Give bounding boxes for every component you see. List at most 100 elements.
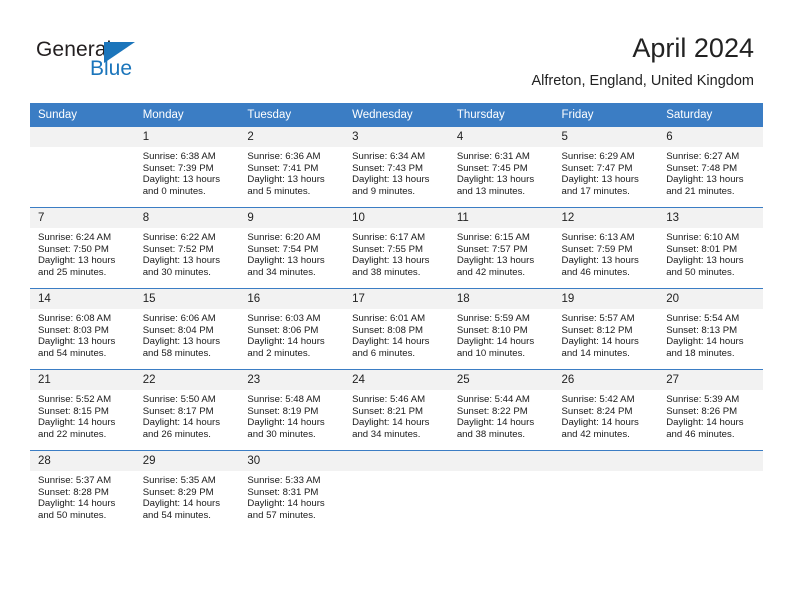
calendar-day-cell[interactable]: 3 Sunrise: 6:34 AM Sunset: 7:43 PM Daylight… xyxy=(344,126,449,208)
calendar-week-row: 1 Sunrise: 6:38 AM Sunset: 7:39 PM Daylight… xyxy=(30,126,763,208)
daylight-duration-line1: Daylight: 14 hours xyxy=(142,417,221,429)
sunrise-time: Sunrise: 6:22 AM xyxy=(142,232,216,243)
day-cell-inner: 22 Sunrise: 5:50 AM Sunset: 8:17 PM Dayligh… xyxy=(134,370,240,450)
day-number: 18 xyxy=(448,289,554,309)
day-cell-inner: 20 Sunrise: 5:54 AM Sunset: 8:13 PM Dayligh… xyxy=(658,289,763,369)
day-cell-inner: 25 Sunrise: 5:44 AM Sunset: 8:22 PM Dayligh… xyxy=(448,370,554,450)
day-number: 6 xyxy=(658,127,763,147)
daylight-duration-line2: and 26 minutes. xyxy=(142,428,211,440)
day-number: 1 xyxy=(134,127,240,147)
calendar-day-cell[interactable]: 20 Sunrise: 5:54 AM Sunset: 8:13 PM Dayligh… xyxy=(658,288,763,370)
sunrise-time: Sunrise: 5:39 AM xyxy=(666,394,740,405)
sunset-time: Sunset: 8:29 PM xyxy=(142,486,214,498)
day-cell-inner: 8 Sunrise: 6:22 AM Sunset: 7:52 PM Daylight… xyxy=(134,208,240,288)
calendar-day-cell[interactable]: 1 Sunrise: 6:38 AM Sunset: 7:39 PM Daylight… xyxy=(134,126,240,208)
daylight-duration-line1: Daylight: 14 hours xyxy=(456,417,535,429)
calendar-day-cell[interactable]: 10 Sunrise: 6:17 AM Sunset: 7:55 PM Dayligh… xyxy=(344,207,449,289)
day-details: Sunrise: 5:59 AM Sunset: 8:10 PM Daylight:… xyxy=(449,309,554,359)
daylight-duration-line2: and 25 minutes. xyxy=(38,266,107,278)
calendar-day-cell[interactable]: 23 Sunrise: 5:48 AM Sunset: 8:19 PM Dayligh… xyxy=(239,369,345,451)
sunset-time: Sunset: 7:55 PM xyxy=(352,243,424,255)
day-number xyxy=(448,451,554,471)
day-cell-inner: 26 Sunrise: 5:42 AM Sunset: 8:24 PM Dayligh… xyxy=(553,370,659,450)
sunset-time: Sunset: 8:01 PM xyxy=(666,243,738,255)
daylight-duration-line2: and 2 minutes. xyxy=(247,347,311,359)
calendar-day-cell[interactable]: 19 Sunrise: 5:57 AM Sunset: 8:12 PM Dayligh… xyxy=(553,288,659,370)
daylight-duration-line2: and 50 minutes. xyxy=(666,266,735,278)
calendar-day-cell[interactable]: 2 Sunrise: 6:36 AM Sunset: 7:41 PM Daylight… xyxy=(239,126,345,208)
calendar-day-cell[interactable]: 18 Sunrise: 5:59 AM Sunset: 8:10 PM Dayligh… xyxy=(448,288,554,370)
sunset-time: Sunset: 7:45 PM xyxy=(456,162,528,174)
calendar-day-cell[interactable]: 15 Sunrise: 6:06 AM Sunset: 8:04 PM Dayligh… xyxy=(134,288,240,370)
calendar-day-cell[interactable]: 4 Sunrise: 6:31 AM Sunset: 7:45 PM Daylight… xyxy=(448,126,554,208)
day-number: 4 xyxy=(448,127,554,147)
calendar-day-cell[interactable]: 6 Sunrise: 6:27 AM Sunset: 7:48 PM Daylight… xyxy=(658,126,763,208)
sunset-time: Sunset: 8:21 PM xyxy=(352,405,424,417)
calendar-week-row: 28 Sunrise: 5:37 AM Sunset: 8:28 PM Dayligh… xyxy=(30,450,763,531)
sunrise-time: Sunrise: 6:34 AM xyxy=(352,151,426,162)
calendar-day-cell[interactable]: 8 Sunrise: 6:22 AM Sunset: 7:52 PM Daylight… xyxy=(134,207,240,289)
daylight-duration-line1: Daylight: 13 hours xyxy=(142,336,221,348)
calendar-day-cell[interactable]: 30 Sunrise: 5:33 AM Sunset: 8:31 PM Dayligh… xyxy=(239,450,345,531)
day-cell-inner: 11 Sunrise: 6:15 AM Sunset: 7:57 PM Dayligh… xyxy=(448,208,554,288)
weekday-header-row: Sunday Monday Tuesday Wednesday Thursday… xyxy=(30,103,763,127)
weekday-header-saturday: Saturday xyxy=(658,103,763,127)
day-cell-inner: 18 Sunrise: 5:59 AM Sunset: 8:10 PM Dayligh… xyxy=(448,289,554,369)
calendar-day-cell[interactable]: 29 Sunrise: 5:35 AM Sunset: 8:29 PM Dayligh… xyxy=(134,450,240,531)
sunset-time: Sunset: 8:12 PM xyxy=(561,324,633,336)
day-details: Sunrise: 5:44 AM Sunset: 8:22 PM Daylight:… xyxy=(449,390,554,440)
daylight-duration-line2: and 6 minutes. xyxy=(352,347,416,359)
day-number: 12 xyxy=(553,208,659,228)
day-cell-inner: 16 Sunrise: 6:03 AM Sunset: 8:06 PM Dayligh… xyxy=(239,289,345,369)
daylight-duration-line2: and 54 minutes. xyxy=(38,347,107,359)
calendar-day-cell[interactable]: 14 Sunrise: 6:08 AM Sunset: 8:03 PM Dayligh… xyxy=(30,288,135,370)
daylight-duration-line2: and 30 minutes. xyxy=(142,266,211,278)
calendar-day-cell[interactable]: 28 Sunrise: 5:37 AM Sunset: 8:28 PM Dayligh… xyxy=(30,450,135,531)
calendar-day-cell[interactable]: 16 Sunrise: 6:03 AM Sunset: 8:06 PM Dayligh… xyxy=(239,288,345,370)
day-number xyxy=(553,451,659,471)
daylight-duration-line1: Daylight: 14 hours xyxy=(247,498,325,510)
day-number xyxy=(658,451,763,471)
calendar-day-cell[interactable]: 26 Sunrise: 5:42 AM Sunset: 8:24 PM Dayligh… xyxy=(553,369,659,451)
daylight-duration-line2: and 57 minutes. xyxy=(247,509,316,521)
daylight-duration-line1: Daylight: 13 hours xyxy=(247,255,325,267)
daylight-duration-line1: Daylight: 13 hours xyxy=(352,174,430,186)
day-details: Sunrise: 6:24 AM Sunset: 7:50 PM Daylight:… xyxy=(30,228,135,278)
calendar-day-cell[interactable]: 11 Sunrise: 6:15 AM Sunset: 7:57 PM Dayligh… xyxy=(448,207,554,289)
page-subtitle: Alfreton, England, United Kingdom xyxy=(531,73,754,89)
day-details: Sunrise: 6:22 AM Sunset: 7:52 PM Daylight:… xyxy=(135,228,240,278)
calendar-day-cell[interactable]: 27 Sunrise: 5:39 AM Sunset: 8:26 PM Dayligh… xyxy=(658,369,763,451)
sunrise-time: Sunrise: 6:06 AM xyxy=(142,313,216,324)
calendar-week-row: 21 Sunrise: 5:52 AM Sunset: 8:15 PM Dayligh… xyxy=(30,369,763,451)
calendar-day-cell[interactable]: 7 Sunrise: 6:24 AM Sunset: 7:50 PM Daylight… xyxy=(30,207,135,289)
day-number: 29 xyxy=(134,451,240,471)
calendar-day-cell[interactable]: 12 Sunrise: 6:13 AM Sunset: 7:59 PM Dayligh… xyxy=(553,207,659,289)
sunrise-time: Sunrise: 5:54 AM xyxy=(666,313,740,324)
page-header: General Blue April 2024 Alfreton, Englan… xyxy=(0,0,792,100)
day-details: Sunrise: 5:57 AM Sunset: 8:12 PM Daylight:… xyxy=(554,309,659,359)
daylight-duration-line1: Daylight: 14 hours xyxy=(247,417,325,429)
day-cell-inner: 3 Sunrise: 6:34 AM Sunset: 7:43 PM Daylight… xyxy=(344,127,449,207)
day-number: 20 xyxy=(658,289,763,309)
calendar-day-cell[interactable]: 25 Sunrise: 5:44 AM Sunset: 8:22 PM Dayligh… xyxy=(448,369,554,451)
calendar-week-row: 7 Sunrise: 6:24 AM Sunset: 7:50 PM Daylight… xyxy=(30,207,763,289)
sunset-time: Sunset: 7:50 PM xyxy=(38,243,109,255)
calendar-day-cell[interactable]: 5 Sunrise: 6:29 AM Sunset: 7:47 PM Daylight… xyxy=(553,126,659,208)
calendar-day-cell[interactable]: 22 Sunrise: 5:50 AM Sunset: 8:17 PM Dayligh… xyxy=(134,369,240,451)
daylight-duration-line1: Daylight: 13 hours xyxy=(561,255,639,267)
calendar-day-cell[interactable]: 9 Sunrise: 6:20 AM Sunset: 7:54 PM Daylight… xyxy=(239,207,345,289)
calendar-day-cell[interactable]: 24 Sunrise: 5:46 AM Sunset: 8:21 PM Dayligh… xyxy=(344,369,449,451)
day-details: Sunrise: 6:29 AM Sunset: 7:47 PM Daylight:… xyxy=(554,147,659,197)
day-number: 21 xyxy=(30,370,135,390)
daylight-duration-line1: Daylight: 14 hours xyxy=(666,336,744,348)
day-details: Sunrise: 5:46 AM Sunset: 8:21 PM Daylight:… xyxy=(344,390,449,440)
calendar-day-cell[interactable]: 21 Sunrise: 5:52 AM Sunset: 8:15 PM Dayligh… xyxy=(30,369,135,451)
sunset-time: Sunset: 8:15 PM xyxy=(38,405,109,417)
calendar-day-cell[interactable]: 13 Sunrise: 6:10 AM Sunset: 8:01 PM Dayligh… xyxy=(658,207,763,289)
weekday-header-friday: Friday xyxy=(553,103,659,127)
day-number: 5 xyxy=(553,127,659,147)
weekday-header-monday: Monday xyxy=(134,103,240,127)
sunset-time: Sunset: 8:24 PM xyxy=(561,405,633,417)
daylight-duration-line1: Daylight: 14 hours xyxy=(38,498,116,510)
calendar-day-cell[interactable]: 17 Sunrise: 6:01 AM Sunset: 8:08 PM Dayligh… xyxy=(344,288,449,370)
